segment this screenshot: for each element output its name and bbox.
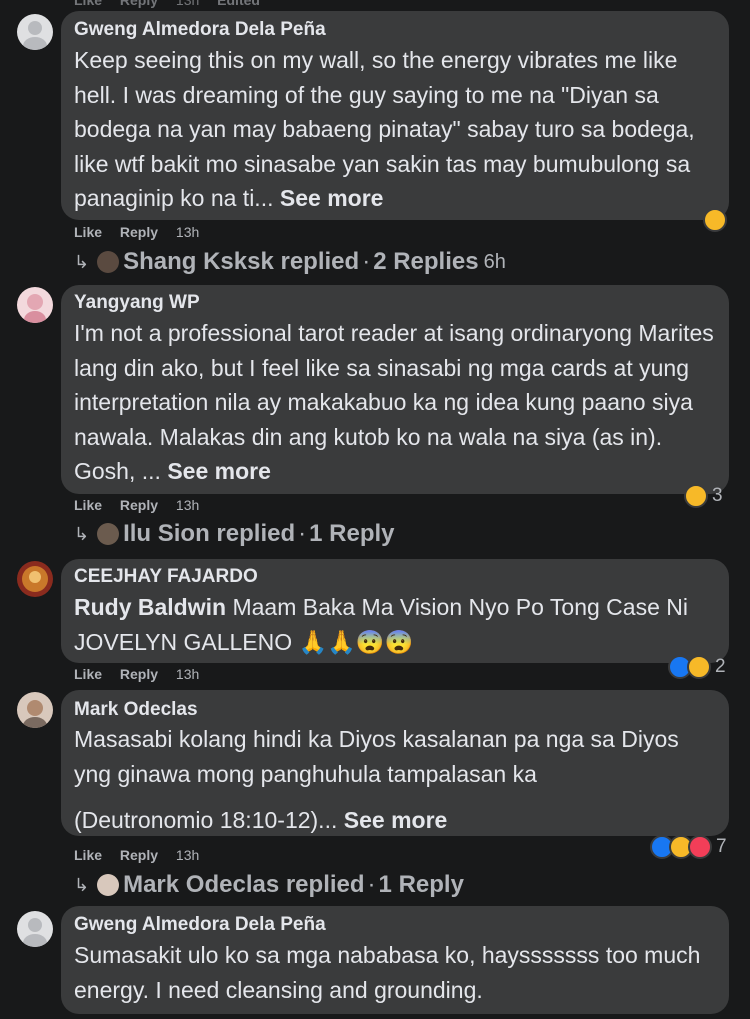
mention-link[interactable]: Rudy Baldwin (74, 594, 226, 620)
reply-arrow-icon: ↳ (74, 523, 90, 544)
replies-count: 1 Reply (378, 871, 464, 898)
edited-label: Edited (217, 0, 260, 8)
like-link[interactable]: Like (74, 497, 102, 513)
reaction-summary[interactable]: 2 (668, 655, 726, 679)
profile-photo-icon (24, 294, 46, 323)
like-link[interactable]: Like (74, 666, 102, 682)
default-avatar-icon (23, 21, 47, 50)
comment-actions: Like Reply 13h (74, 497, 213, 513)
reaction-summary[interactable]: 3 (684, 484, 723, 508)
reaction-summary[interactable] (703, 208, 727, 232)
comment-time[interactable]: 13h (176, 224, 199, 240)
comment-time: 13h (175, 0, 200, 8)
comment-text: Keep seeing this on my wall, so the ener… (74, 47, 695, 211)
replies-count: 2 Replies (373, 248, 479, 275)
wow-reaction-icon (687, 655, 711, 679)
comment-author[interactable]: Yangyang WP (74, 292, 200, 314)
avatar[interactable] (17, 692, 53, 728)
replies-author: Mark Odeclas replied (123, 871, 365, 898)
reply-arrow-icon: ↳ (74, 251, 90, 272)
like-link[interactable]: Like (74, 224, 102, 240)
like-link[interactable]: Like (74, 0, 102, 8)
comment-text: Masasabi kolang hindi ka Diyos kasalanan… (74, 726, 679, 833)
avatar[interactable] (17, 14, 53, 50)
replier-avatar (97, 874, 120, 896)
reply-link[interactable]: Reply (120, 0, 158, 8)
reply-link[interactable]: Reply (120, 497, 158, 513)
view-replies[interactable]: ↳ Shang Ksksk replied · 2 Replies 6h (74, 248, 506, 276)
comment-text: I'm not a professional tarot reader at i… (74, 320, 714, 484)
comment-text: Sumasakit ulo ko sa mga nababasa ko, hay… (74, 942, 701, 1003)
comment-time[interactable]: 13h (176, 847, 199, 863)
reply-link[interactable]: Reply (120, 847, 158, 863)
replies-author: Ilu Sion replied (123, 520, 296, 547)
profile-photo-icon (23, 700, 47, 728)
replier-avatar (97, 251, 120, 273)
replier-avatar (97, 523, 120, 545)
reply-link[interactable]: Reply (120, 224, 158, 240)
see-more-link[interactable]: See more (167, 458, 271, 484)
reply-arrow-icon: ↳ (74, 874, 90, 895)
comment-actions: Like Reply 13h (74, 666, 213, 682)
replies-author: Shang Ksksk replied (123, 248, 360, 275)
haha-reaction-icon (703, 208, 727, 232)
reaction-count: 2 (715, 656, 726, 677)
avatar[interactable] (17, 561, 53, 597)
replies-time: 6h (483, 250, 506, 273)
reaction-count: 3 (712, 485, 723, 506)
comment-author[interactable]: CEEJHAY FAJARDO (74, 566, 258, 588)
replies-count: 1 Reply (309, 520, 395, 547)
see-more-link[interactable]: See more (344, 807, 448, 833)
separator: · (362, 248, 371, 275)
separator: · (367, 871, 376, 898)
comment-time[interactable]: 13h (176, 666, 199, 682)
top-action-bar: Like Reply 13h Edited (74, 0, 274, 8)
view-replies[interactable]: ↳ Ilu Sion replied · 1 Reply (74, 520, 395, 548)
like-link[interactable]: Like (74, 847, 102, 863)
comment-actions: Like Reply 13h (74, 847, 213, 863)
avatar[interactable] (17, 287, 53, 323)
sad-reaction-icon (684, 484, 708, 508)
comment-author[interactable]: Mark Odeclas (74, 699, 198, 721)
view-replies[interactable]: ↳ Mark Odeclas replied · 1 Reply (74, 871, 464, 899)
comment-author[interactable]: Gweng Almedora Dela Peña (74, 914, 326, 936)
comment-text: Rudy Baldwin Maam Baka Ma Vision Nyo Po … (74, 594, 688, 655)
love-reaction-icon (688, 835, 712, 859)
avatar[interactable] (17, 911, 53, 947)
comment-author[interactable]: Gweng Almedora Dela Peña (74, 19, 326, 41)
reaction-summary[interactable]: 7 (650, 835, 727, 859)
reaction-count: 7 (716, 836, 727, 857)
comment-time[interactable]: 13h (176, 497, 199, 513)
profile-photo-icon (22, 566, 48, 592)
see-more-link[interactable]: See more (280, 185, 384, 211)
default-avatar-icon (23, 918, 47, 947)
comment-actions: Like Reply 13h (74, 224, 213, 240)
separator: · (298, 520, 307, 547)
reply-link[interactable]: Reply (120, 666, 158, 682)
